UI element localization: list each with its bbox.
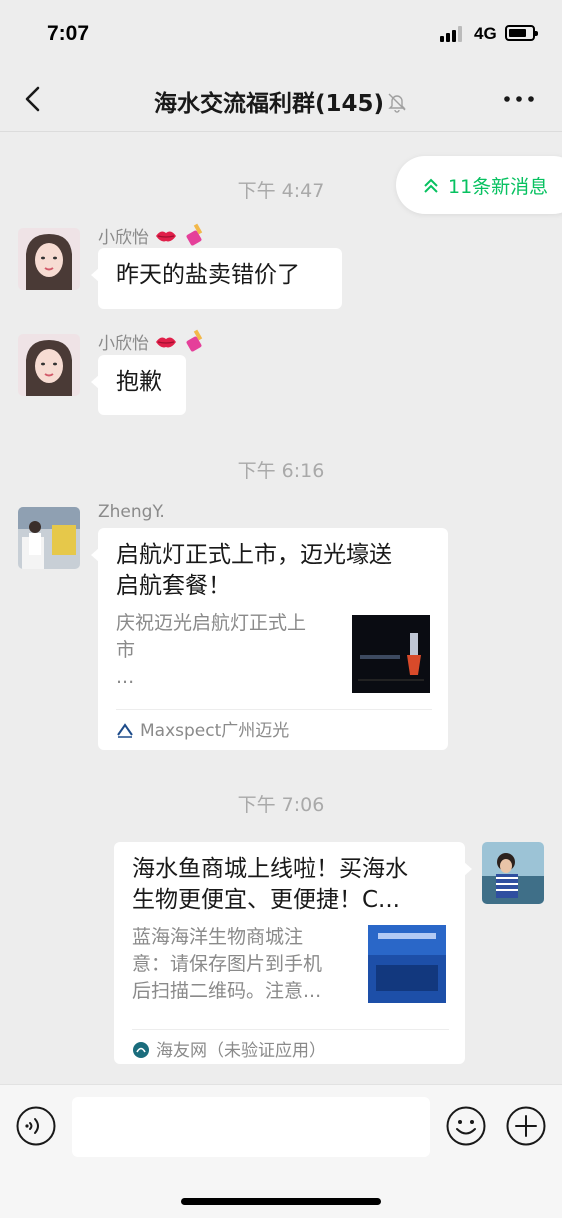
card-divider	[132, 1029, 449, 1030]
card-desc-line: 蓝海海洋生物商城注	[132, 926, 304, 948]
card-desc-line: 意：请保存图片到手机	[132, 953, 323, 975]
card-thumbnail	[352, 615, 430, 693]
card-title: 启航灯正式上市，迈光壕送 启航套餐！	[116, 540, 432, 602]
more-dots-icon[interactable]	[504, 96, 534, 102]
card-title-line: 启航套餐！	[116, 573, 231, 599]
card-description: 蓝海海洋生物商城注 意：请保存图片到手机 后扫描二维码。注意...	[132, 924, 352, 1005]
status-time: 7:07	[47, 22, 90, 45]
link-card[interactable]: 海水鱼商城上线啦！买海水 生物更便宜、更便捷！C... 蓝海海洋生物商城注 意：…	[114, 842, 472, 1064]
avatar[interactable]	[482, 842, 544, 904]
card-divider	[116, 709, 432, 710]
signal-icon	[440, 26, 466, 42]
maxspect-logo-icon	[117, 723, 133, 738]
network-type: 4G	[474, 24, 497, 43]
card-source: 海友网（未验证应用）	[132, 1036, 326, 1061]
message-input[interactable]	[72, 1097, 430, 1157]
card-title-line: 启航灯正式上市，迈光壕送	[116, 542, 392, 568]
card-title-line: 生物更便宜、更便捷！C...	[132, 887, 400, 913]
lips-icon	[156, 231, 177, 242]
sender-name-text: 小欣怡	[98, 334, 149, 354]
card-description: 庆祝迈光启航灯正式上 市 ...	[116, 610, 336, 691]
message-bubble[interactable]: 抱歉	[91, 355, 186, 415]
card-desc-line: ...	[116, 666, 135, 688]
link-card[interactable]: 启航灯正式上市，迈光壕送 启航套餐！ 庆祝迈光启航灯正式上 市 ... Maxs…	[91, 528, 448, 750]
card-title: 海水鱼商城上线啦！买海水 生物更便宜、更便捷！C...	[132, 854, 449, 916]
chat-header: 海水交流福利群(145)	[0, 66, 562, 132]
chat-title: 海水交流福利群(145)	[0, 84, 562, 118]
timestamp: 下午 7:06	[237, 794, 325, 816]
nail-polish-icon	[186, 223, 203, 246]
plus-icon[interactable]	[506, 1106, 546, 1146]
avatar[interactable]	[18, 334, 80, 396]
card-desc-line: 市	[116, 639, 136, 661]
card-title-line: 海水鱼商城上线啦！买海水	[132, 856, 408, 882]
voice-icon[interactable]	[16, 1106, 56, 1146]
lips-icon	[156, 337, 177, 348]
haiyou-logo-icon	[133, 1042, 149, 1058]
smiley-icon[interactable]	[446, 1106, 486, 1146]
sender-name: 小欣怡	[98, 222, 208, 248]
home-indicator	[181, 1198, 381, 1205]
card-thumbnail	[368, 925, 446, 1003]
sender-name: ZhengY.	[98, 502, 165, 522]
timestamp: 下午 6:16	[237, 460, 325, 482]
timestamp: 下午 4:47	[237, 180, 325, 202]
card-source-text: 海友网（未验证应用）	[156, 1041, 326, 1061]
avatar[interactable]	[18, 228, 80, 290]
nail-polish-icon	[186, 329, 203, 352]
sender-name-text: 小欣怡	[98, 228, 149, 248]
card-desc-line: 后扫描二维码。注意...	[132, 980, 322, 1002]
status-bar: 7:07 4G	[0, 0, 562, 66]
battery-icon	[505, 25, 538, 41]
card-source-text: Maxspect广州迈光	[140, 721, 290, 741]
card-source: Maxspect广州迈光	[116, 716, 289, 741]
avatar[interactable]	[18, 507, 80, 569]
message-bubble[interactable]: 昨天的盐卖错价了	[91, 248, 342, 309]
card-desc-line: 庆祝迈光启航灯正式上	[116, 612, 307, 634]
sender-name: 小欣怡	[98, 328, 208, 354]
chat-title-text: 海水交流福利群(145)	[153, 91, 385, 117]
bell-off-icon	[388, 93, 406, 113]
